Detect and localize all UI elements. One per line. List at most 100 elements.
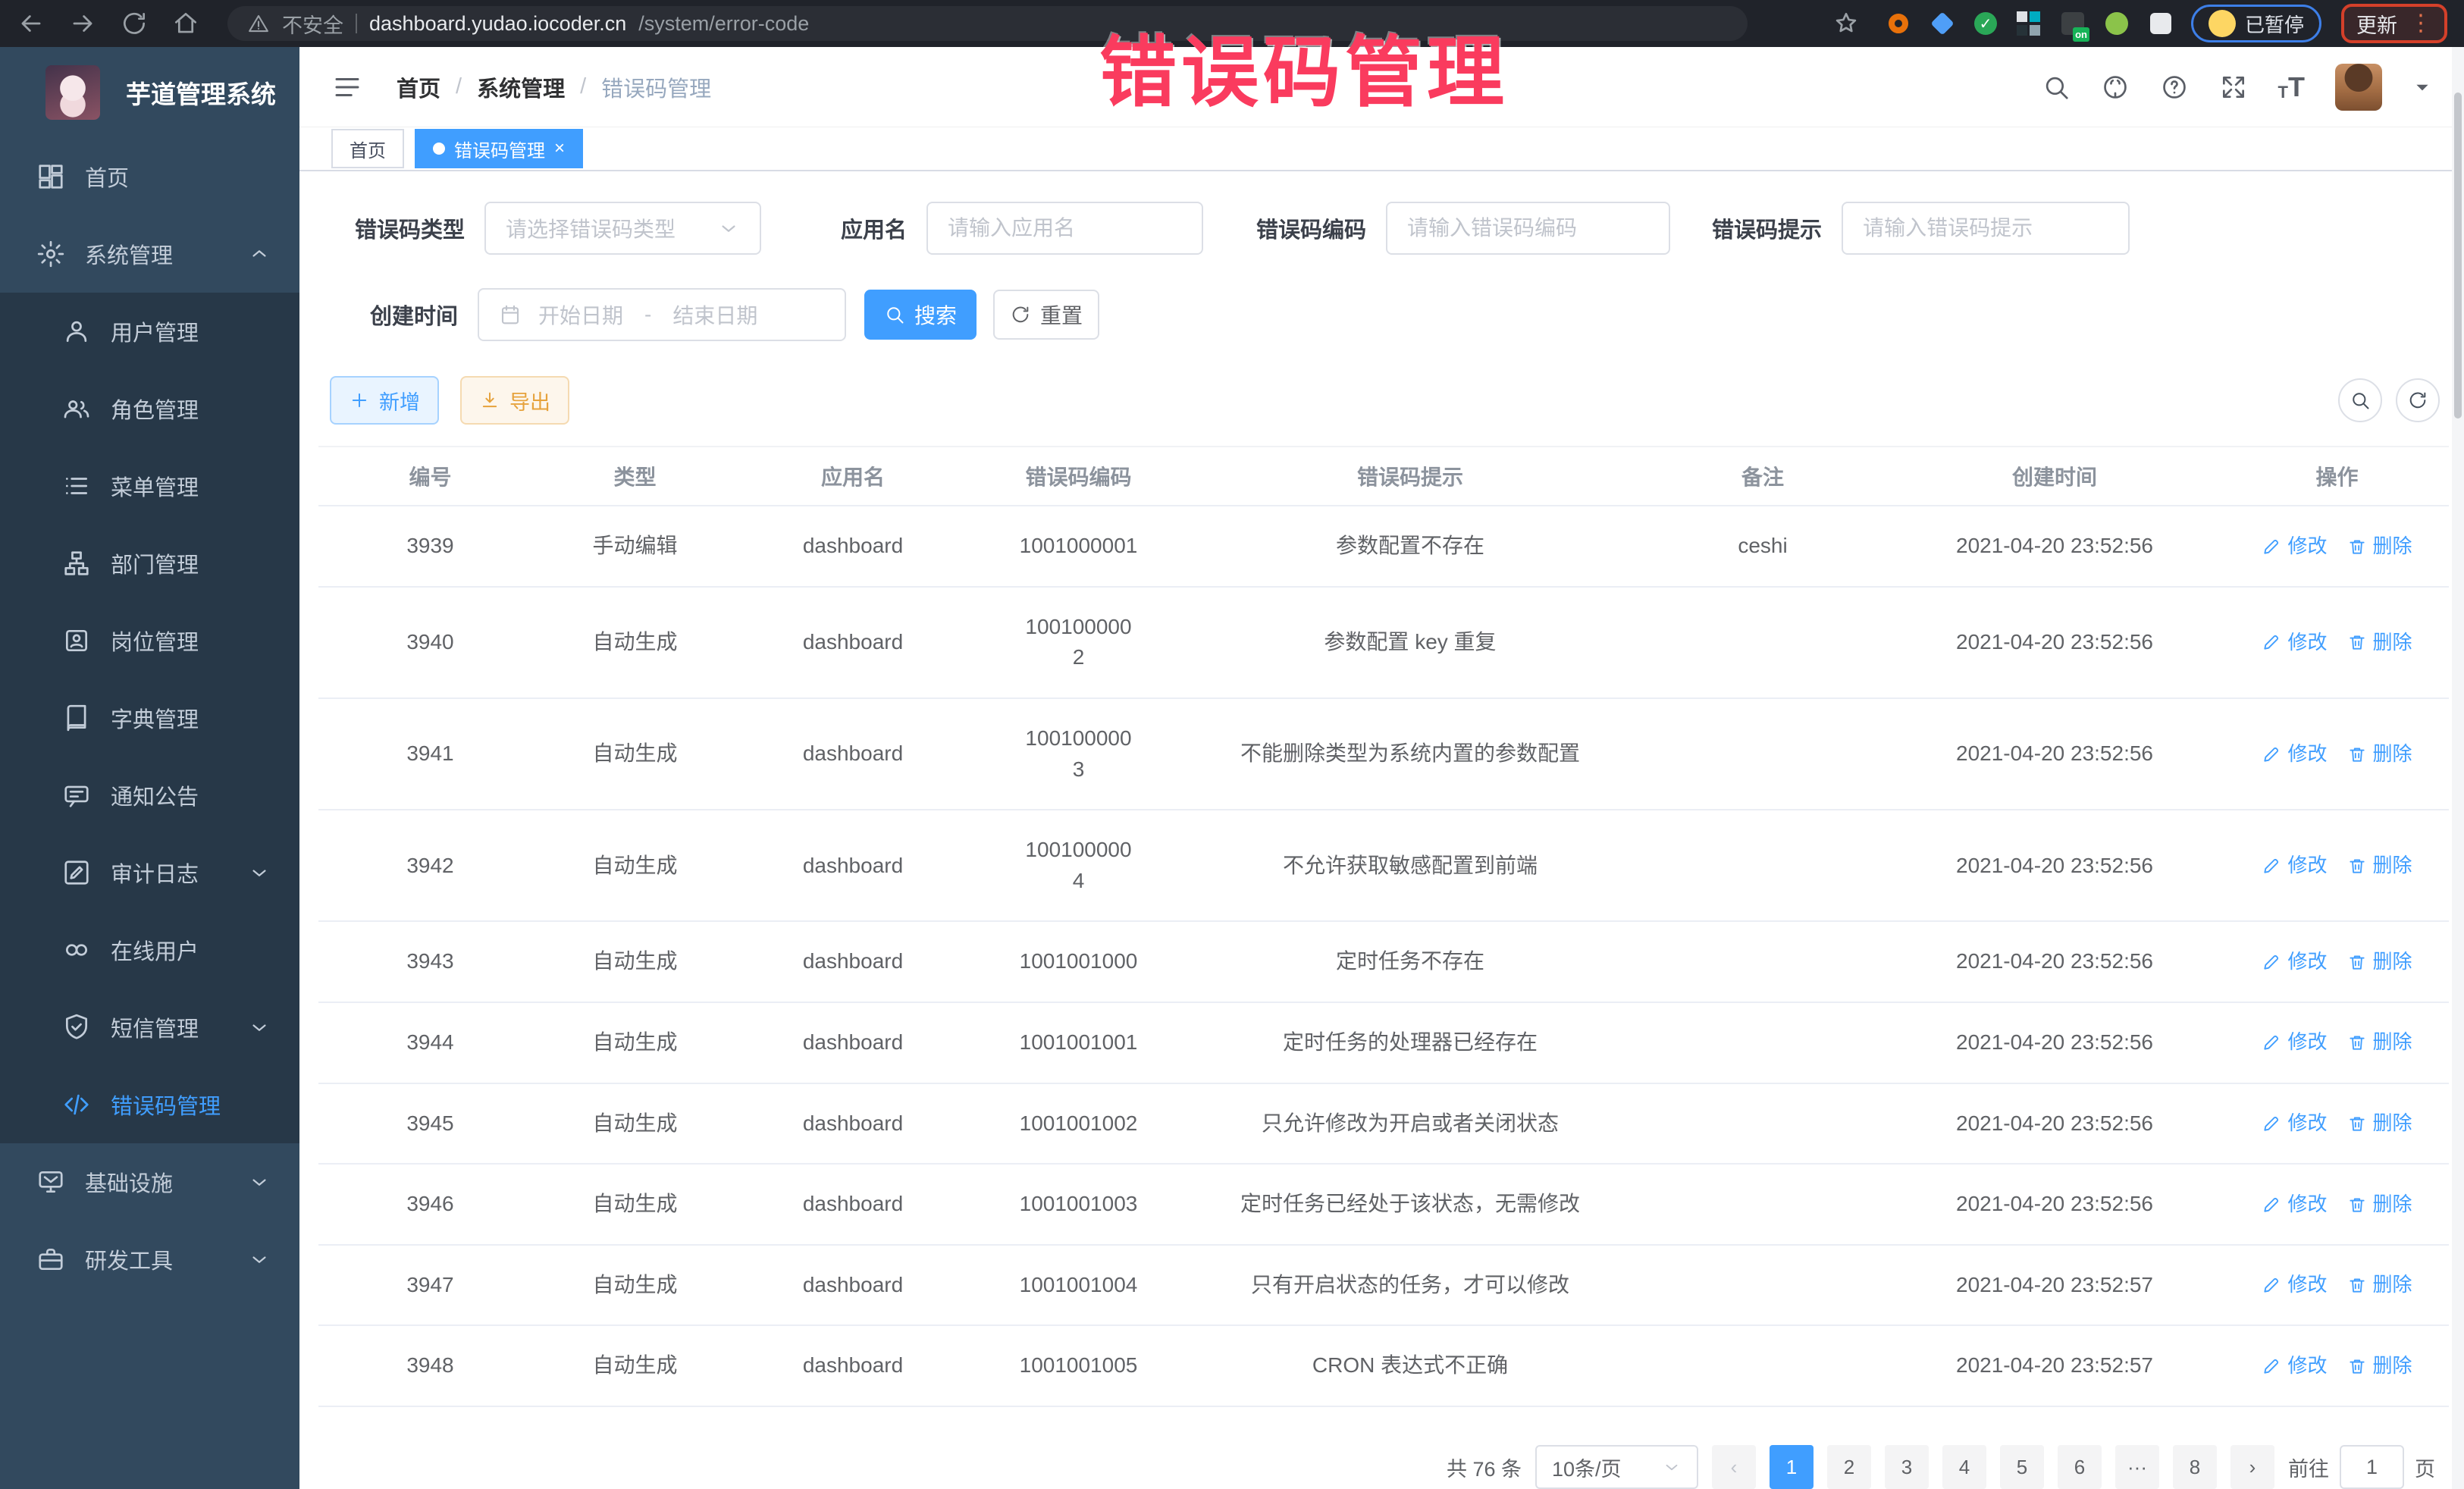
tag-active[interactable]: 错误码管理×	[415, 129, 583, 168]
cell-type: 自动生成	[542, 922, 728, 1002]
extension-icon[interactable]: ✓	[1974, 12, 1997, 35]
forward-icon[interactable]	[68, 9, 97, 38]
page-button[interactable]: 1	[1770, 1445, 1814, 1489]
page-button[interactable]: 6	[2058, 1445, 2102, 1489]
delete-link[interactable]: 删除	[2347, 1352, 2412, 1381]
tag-item[interactable]: 首页	[331, 129, 404, 168]
more-pages-button[interactable]: ···	[2115, 1445, 2159, 1489]
delete-link[interactable]: 删除	[2347, 851, 2412, 880]
id-badge-icon	[62, 626, 91, 655]
page-size-select[interactable]: 10条/页	[1535, 1445, 1698, 1489]
prev-page-button[interactable]: ‹	[1712, 1445, 1756, 1489]
refresh-table-button[interactable]	[2396, 378, 2440, 422]
browser-profile-chip[interactable]: 已暂停	[2191, 5, 2321, 42]
app-name-input[interactable]	[926, 202, 1203, 255]
audit-log-icon	[62, 858, 91, 887]
edit-link[interactable]: 修改	[2262, 1109, 2327, 1138]
toggle-search-button[interactable]	[2338, 378, 2382, 422]
sidebar-item-dashboard[interactable]: 首页	[0, 138, 299, 215]
page-button[interactable]: 8	[2173, 1445, 2217, 1489]
delete-link[interactable]: 删除	[2347, 1190, 2412, 1219]
filter-create-time: 创建时间 开始日期 - 结束日期	[370, 288, 846, 341]
sidebar-item-org-tree[interactable]: 部门管理	[0, 525, 299, 602]
delete-link[interactable]: 删除	[2347, 948, 2412, 976]
extension-icon[interactable]: on	[2061, 11, 2085, 36]
page-button[interactable]: 4	[1942, 1445, 1986, 1489]
reset-button[interactable]: 重置	[993, 290, 1099, 340]
extension-icon[interactable]	[2105, 11, 2129, 36]
sidebar-item-gear[interactable]: 系统管理	[0, 215, 299, 293]
date-range-picker[interactable]: 开始日期 - 结束日期	[478, 288, 846, 341]
browser-menu-icon[interactable]: ⋮	[2409, 17, 2432, 30]
goto-page-input[interactable]	[2340, 1445, 2404, 1489]
bookmark-star-icon[interactable]	[1832, 9, 1861, 38]
scrollbar-thumb[interactable]	[2454, 92, 2462, 418]
cell-id: 3944	[318, 1003, 542, 1083]
page-button[interactable]: 3	[1885, 1445, 1929, 1489]
delete-link[interactable]: 删除	[2347, 532, 2412, 561]
sidebar-item-announcement[interactable]: 通知公告	[0, 757, 299, 834]
github-icon[interactable]	[2101, 73, 2130, 102]
sidebar-item-id-badge[interactable]: 岗位管理	[0, 602, 299, 679]
sidebar-item-code[interactable]: 错误码管理	[0, 1066, 299, 1143]
hamburger-icon[interactable]	[331, 71, 363, 103]
next-page-button[interactable]: ›	[2230, 1445, 2274, 1489]
page-scrollbar[interactable]	[2452, 47, 2464, 1489]
edit-link[interactable]: 修改	[2262, 1190, 2327, 1219]
fullscreen-icon[interactable]	[2219, 73, 2248, 102]
sidebar-item-infrastructure[interactable]: 基础设施	[0, 1143, 299, 1221]
menu-item-label: 错误码管理	[111, 1089, 221, 1121]
breadcrumb-item[interactable]: 系统管理	[477, 71, 565, 103]
sidebar-item-user[interactable]: 用户管理	[0, 293, 299, 370]
edit-link[interactable]: 修改	[2262, 948, 2327, 976]
edit-link[interactable]: 修改	[2262, 532, 2327, 561]
address-bar[interactable]: 不安全 dashboard.yudao.iocoder.cn/system/er…	[227, 6, 1748, 41]
breadcrumb-item[interactable]: 首页	[397, 71, 440, 103]
tag-close-icon[interactable]: ×	[554, 139, 565, 158]
delete-link[interactable]: 删除	[2347, 1271, 2412, 1299]
font-size-icon[interactable]: TT	[2278, 74, 2305, 101]
cell-memo	[1641, 730, 1884, 779]
edit-link[interactable]: 修改	[2262, 629, 2327, 657]
app-logo-row[interactable]: 芋道管理系统	[0, 47, 299, 138]
browser-update-button[interactable]: 更新 ⋮	[2341, 4, 2447, 43]
cell-type-value: 自动生成	[592, 1189, 677, 1220]
sidebar-item-devtools[interactable]: 研发工具	[0, 1221, 299, 1298]
edit-link[interactable]: 修改	[2262, 851, 2327, 880]
extension-icon[interactable]	[2149, 11, 2173, 36]
home-icon[interactable]	[171, 9, 200, 38]
edit-link[interactable]: 修改	[2262, 1028, 2327, 1057]
error-code-input[interactable]	[1386, 202, 1670, 255]
delete-link[interactable]: 删除	[2347, 629, 2412, 657]
chevron-down-icon[interactable]	[2412, 77, 2432, 97]
user-avatar[interactable]	[2335, 64, 2382, 111]
error-type-select[interactable]: 请选择错误码类型	[484, 202, 761, 255]
error-msg-input[interactable]	[1842, 202, 2130, 255]
extension-icon[interactable]	[1886, 11, 1911, 36]
delete-link[interactable]: 删除	[2347, 1109, 2412, 1138]
reload-icon[interactable]	[120, 9, 149, 38]
delete-link[interactable]: 删除	[2347, 740, 2412, 769]
sidebar-item-dictionary[interactable]: 字典管理	[0, 679, 299, 757]
sidebar-item-users[interactable]: 角色管理	[0, 370, 299, 447]
extension-icon[interactable]	[2017, 11, 2041, 36]
search-button[interactable]: 搜索	[864, 290, 977, 340]
page-button[interactable]: 5	[2000, 1445, 2044, 1489]
delete-link[interactable]: 删除	[2347, 1028, 2412, 1057]
edit-link[interactable]: 修改	[2262, 1352, 2327, 1381]
sidebar-item-audit-log[interactable]: 审计日志	[0, 834, 299, 911]
sidebar-item-menu-list[interactable]: 菜单管理	[0, 447, 299, 525]
filter-error-msg: 错误码提示	[1712, 202, 2130, 255]
page-button[interactable]: 2	[1827, 1445, 1871, 1489]
edit-label: 修改	[2287, 740, 2327, 769]
sidebar-item-sms[interactable]: 短信管理	[0, 989, 299, 1066]
sidebar-item-online-user[interactable]: 在线用户	[0, 911, 299, 989]
add-button[interactable]: 新增	[330, 376, 439, 425]
back-icon[interactable]	[17, 9, 45, 38]
edit-link[interactable]: 修改	[2262, 1271, 2327, 1299]
export-button[interactable]: 导出	[460, 376, 569, 425]
edit-link[interactable]: 修改	[2262, 740, 2327, 769]
search-icon[interactable]	[2042, 73, 2071, 102]
extension-icon[interactable]	[1930, 11, 1955, 36]
help-icon[interactable]	[2160, 73, 2189, 102]
